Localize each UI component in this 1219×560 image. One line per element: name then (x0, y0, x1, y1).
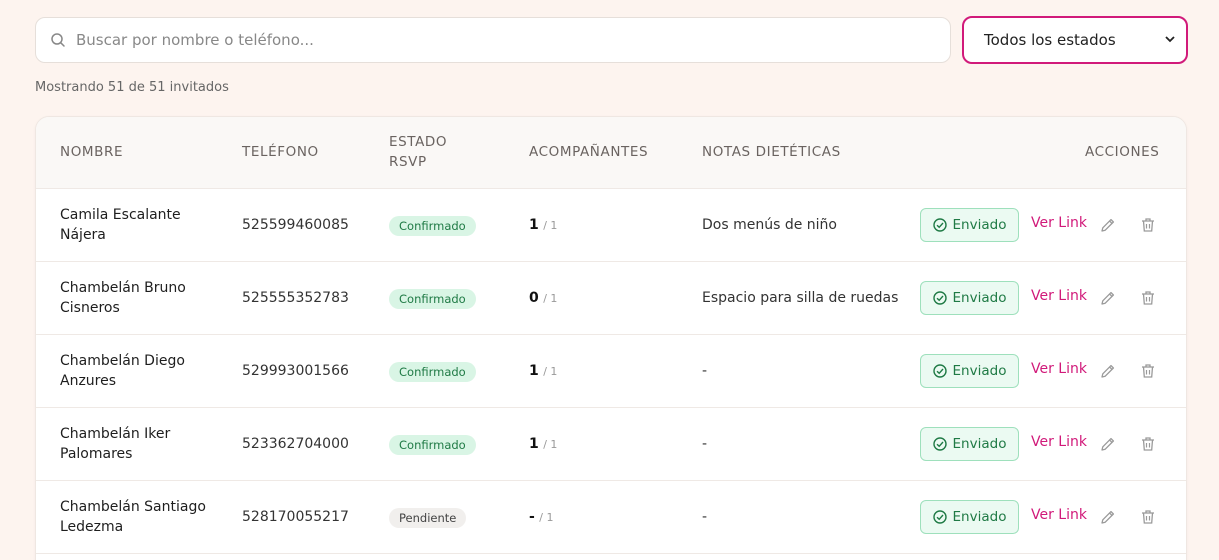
header-status-line1: ESTADO (389, 134, 448, 150)
guest-name-line2: Nájera (60, 227, 106, 243)
guest-phone: 525555352783 (242, 290, 349, 306)
guest-name-line2: Palomares (60, 446, 133, 462)
guest-name: Chambelán Iker Palomares (60, 424, 210, 464)
dietary-notes: - (702, 436, 708, 452)
header-name[interactable]: NOMBRE (60, 142, 123, 162)
dietary-notes: - (702, 363, 708, 379)
companions-max: / 1 (543, 219, 558, 232)
pencil-icon[interactable] (1099, 362, 1117, 380)
status-filter-select[interactable]: Todos los estados (962, 16, 1188, 64)
trash-icon[interactable] (1139, 362, 1157, 380)
sent-label: Enviado (952, 509, 1007, 525)
guest-name: Chambelán Diego Anzures (60, 351, 210, 391)
pencil-icon[interactable] (1099, 435, 1117, 453)
guests-table: NOMBRE TELÉFONO ESTADO RSVP ACOMPAÑANTES… (35, 116, 1187, 560)
check-circle-icon (932, 364, 947, 378)
companions-count: 0 / 1 (529, 288, 557, 309)
status-badge: Pendiente (389, 508, 467, 528)
guest-name-line1: Chambelán Iker (60, 426, 171, 442)
dietary-notes: - (702, 509, 708, 525)
sent-button[interactable]: Enviado (920, 427, 1019, 461)
header-actions: ACCIONES (1085, 144, 1160, 160)
guest-name-line1: Chambelán Diego (60, 353, 185, 369)
trash-icon[interactable] (1139, 216, 1157, 234)
header-companions[interactable]: ACOMPAÑANTES (529, 142, 648, 162)
dietary-notes: Dos menús de niño (702, 217, 837, 233)
results-summary: Mostrando 51 de 51 invitados (35, 80, 229, 95)
status-badge: Confirmado (389, 289, 476, 309)
status-badge: Confirmado (389, 216, 476, 236)
companions-value: 0 (529, 290, 539, 306)
search-icon (36, 32, 76, 48)
check-circle-icon (932, 291, 947, 305)
companions-value: 1 (529, 436, 539, 452)
guest-phone: 525599460085 (242, 217, 349, 233)
guest-name-line1: Chambelán Santiago (60, 499, 206, 515)
guest-name: Chambelán Santiago Ledezma (60, 497, 210, 537)
guest-phone: 523362704000 (242, 436, 349, 452)
companions-count: 1 / 1 (529, 215, 557, 236)
search-input[interactable] (76, 31, 950, 49)
check-circle-icon (932, 510, 947, 524)
guest-phone: 528170055217 (242, 509, 349, 525)
companions-max: / 1 (543, 365, 558, 378)
companions-count: 1 / 1 (529, 434, 557, 455)
dietary-notes: Espacio para silla de ruedas (702, 290, 899, 306)
table-row: Chambelán Diego Anzures 529993001566 Confir… (36, 335, 1186, 408)
search-box[interactable] (35, 17, 951, 63)
sent-label: Enviado (952, 363, 1007, 379)
table-row: Camila Escalante Nájera 525599460085 Confir… (36, 189, 1186, 262)
guest-name-line1: Chambelán Bruno (60, 280, 186, 296)
table-row: Chambelán Bruno Cisneros 525555352783 Confi… (36, 262, 1186, 335)
companions-max: / 1 (543, 292, 558, 305)
check-circle-icon (932, 218, 947, 232)
pencil-icon[interactable] (1099, 289, 1117, 307)
companions-max: / 1 (543, 438, 558, 451)
pencil-icon[interactable] (1099, 216, 1117, 234)
view-link[interactable]: Ver Link (1031, 288, 1087, 304)
guest-name-line2: Cisneros (60, 300, 120, 316)
view-link[interactable]: Ver Link (1031, 361, 1087, 377)
sent-label: Enviado (952, 436, 1007, 452)
view-link[interactable]: Ver Link (1031, 507, 1087, 523)
header-status-line2: RSVP (389, 154, 427, 170)
status-badge: Confirmado (389, 362, 476, 382)
companions-value: 1 (529, 363, 539, 379)
table-row: Chambelán Santiago Ledezma 528170055217 Pen… (36, 481, 1186, 554)
guest-phone: 529993001566 (242, 363, 349, 379)
guest-name: Camila Escalante Nájera (60, 205, 210, 245)
trash-icon[interactable] (1139, 289, 1157, 307)
sent-button[interactable]: Enviado (920, 500, 1019, 534)
sent-button[interactable]: Enviado (920, 208, 1019, 242)
companions-count: - / 1 (529, 507, 553, 528)
companions-value: - (529, 509, 535, 525)
sent-button[interactable]: Enviado (920, 281, 1019, 315)
table-header: NOMBRE TELÉFONO ESTADO RSVP ACOMPAÑANTES… (36, 117, 1186, 189)
status-filter-label: Todos los estados (984, 31, 1116, 49)
guest-name-line2: Anzures (60, 373, 117, 389)
companions-value: 1 (529, 217, 539, 233)
check-circle-icon (932, 437, 947, 451)
companions-count: 1 / 1 (529, 361, 557, 382)
header-notes[interactable]: NOTAS DIETÉTICAS (702, 142, 841, 162)
pencil-icon[interactable] (1099, 508, 1117, 526)
chevron-down-icon (1164, 31, 1176, 49)
sent-label: Enviado (952, 217, 1007, 233)
header-phone[interactable]: TELÉFONO (242, 142, 319, 162)
view-link[interactable]: Ver Link (1031, 434, 1087, 450)
table-row: Chambelán Iker Palomares 523362704000 Confi… (36, 408, 1186, 481)
trash-icon[interactable] (1139, 508, 1157, 526)
sent-label: Enviado (952, 290, 1007, 306)
guest-name-line2: Ledezma (60, 519, 124, 535)
status-badge: Confirmado (389, 435, 476, 455)
view-link[interactable]: Ver Link (1031, 215, 1087, 231)
sent-button[interactable]: Enviado (920, 354, 1019, 388)
companions-max: / 1 (539, 511, 554, 524)
guest-name: Chambelán Bruno Cisneros (60, 278, 210, 318)
header-status[interactable]: ESTADO RSVP (389, 132, 447, 172)
trash-icon[interactable] (1139, 435, 1157, 453)
guest-name-line1: Camila Escalante (60, 207, 181, 223)
